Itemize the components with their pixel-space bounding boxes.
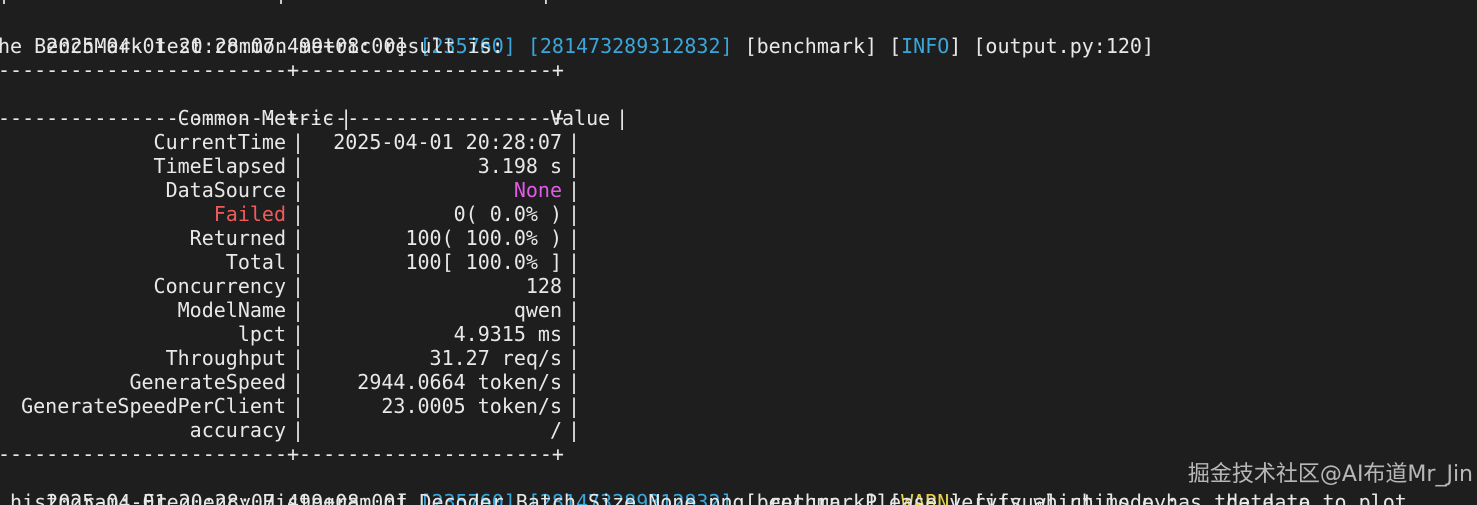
- column-separator: |: [567, 178, 581, 202]
- table-row: Returned | 100( 100.0% ) |: [0, 226, 586, 250]
- column-separator: |: [567, 322, 581, 346]
- metric-value: 2025-04-01 20:28:07: [333, 130, 562, 154]
- log-module: [benchmark]: [744, 34, 878, 58]
- log-level-info: INFO: [901, 34, 950, 58]
- column-separator: |: [567, 202, 581, 226]
- metric-name: Returned: [189, 226, 286, 250]
- metric-value: 0( 0.0% ): [453, 202, 562, 226]
- metric-value: None: [513, 178, 562, 202]
- metric-value: /: [549, 418, 562, 442]
- column-separator: |: [567, 226, 581, 250]
- column-separator: |: [291, 370, 305, 394]
- column-separator: |: [567, 394, 581, 418]
- metric-name: GenerateSpeed: [129, 370, 286, 394]
- table-row: GenerateSpeedPerClient | 23.0005 token/s |: [0, 394, 586, 418]
- table-row: Concurrency | 128 |: [0, 274, 586, 298]
- metric-name: CurrentTime: [153, 130, 286, 154]
- table-border-top: ------------------------+---------------…: [0, 58, 564, 82]
- table-row: Total | 100[ 100.0% ] |: [0, 250, 586, 274]
- table-row: CurrentTime | 2025-04-01 20:28:07 |: [0, 130, 586, 154]
- table-row: accuracy | / |: [0, 418, 586, 442]
- table-row: DataSource | None |: [0, 178, 586, 202]
- metric-name: DataSource: [165, 178, 286, 202]
- table-row: Throughput | 31.27 req/s |: [0, 346, 586, 370]
- column-separator: |: [291, 274, 305, 298]
- metric-name: GenerateSpeedPerClient: [21, 394, 286, 418]
- table-top-partial: +----------------------+----------------…: [0, 0, 552, 10]
- table-row: Failed | 0( 0.0% ) |: [0, 202, 586, 226]
- column-separator: |: [567, 298, 581, 322]
- result-intro: he BenchMark test common metric result i…: [0, 34, 504, 58]
- metric-name: ModelName: [177, 298, 286, 322]
- terminal-window: +----------------------+----------------…: [0, 0, 1477, 505]
- metric-name: lpct: [237, 322, 286, 346]
- table-border-bottom: ------------------------+---------------…: [0, 442, 564, 466]
- column-separator: |: [567, 154, 581, 178]
- log-tid: [281473289312832]: [527, 34, 733, 58]
- column-separator: |: [291, 346, 305, 370]
- table-row: ModelName | qwen |: [0, 298, 586, 322]
- column-separator: |: [567, 274, 581, 298]
- column-separator: |: [291, 250, 305, 274]
- table-row: GenerateSpeed | 2944.0664 token/s |: [0, 370, 586, 394]
- table-border-mid: ------------------------+---------------…: [0, 106, 564, 130]
- column-separator: |: [291, 154, 305, 178]
- watermark-text: 掘金技术社区@AI布道Mr_Jin: [1187, 462, 1473, 487]
- metric-value: 128: [525, 274, 562, 298]
- metric-value: 2944.0664 token/s: [357, 370, 562, 394]
- column-separator: |: [291, 178, 305, 202]
- column-separator: |: [567, 346, 581, 370]
- metric-name: Failed: [213, 202, 286, 226]
- log-line-warn: 2025-04-01 20:28:07.499+08:00] [235760] …: [0, 466, 1310, 505]
- column-separator: |: [567, 130, 581, 154]
- metric-value: 4.9315 ms: [453, 322, 562, 346]
- column-separator: |: [291, 202, 305, 226]
- metric-name: Throughput: [165, 346, 286, 370]
- metric-value: 23.0005 token/s: [381, 394, 562, 418]
- column-separator: |: [567, 250, 581, 274]
- table-row: TimeElapsed | 3.198 s |: [0, 154, 586, 178]
- metric-value: qwen: [513, 298, 562, 322]
- metric-name: Concurrency: [153, 274, 286, 298]
- column-separator: |: [567, 370, 581, 394]
- column-separator: |: [291, 130, 305, 154]
- warn-message: histogram: Frequency Histogram of Decode…: [0, 490, 1407, 505]
- metric-value: 100( 100.0% ): [405, 226, 562, 250]
- metric-name: accuracy: [189, 418, 286, 442]
- metric-value: 3.198 s: [477, 154, 562, 178]
- column-separator: |: [567, 418, 581, 442]
- log-level-bracket: [: [889, 34, 902, 58]
- column-separator: |: [291, 418, 305, 442]
- log-line-info: 2025-04-01 20:28:07.499+08:00] [235760] …: [0, 10, 1154, 58]
- log-source: [output.py:120]: [973, 34, 1155, 58]
- metric-name: Total: [225, 250, 286, 274]
- column-separator: |: [291, 226, 305, 250]
- table-row: lpct | 4.9315 ms |: [0, 322, 586, 346]
- column-separator: |: [291, 322, 305, 346]
- metric-name: TimeElapsed: [153, 154, 286, 178]
- log-level-bracket: ]: [949, 34, 962, 58]
- column-separator: |: [291, 394, 305, 418]
- column-separator: |: [291, 298, 305, 322]
- metric-value: 100[ 100.0% ]: [405, 250, 562, 274]
- table-header: Common Metric | Value |: [0, 82, 634, 130]
- metric-value: 31.27 req/s: [429, 346, 562, 370]
